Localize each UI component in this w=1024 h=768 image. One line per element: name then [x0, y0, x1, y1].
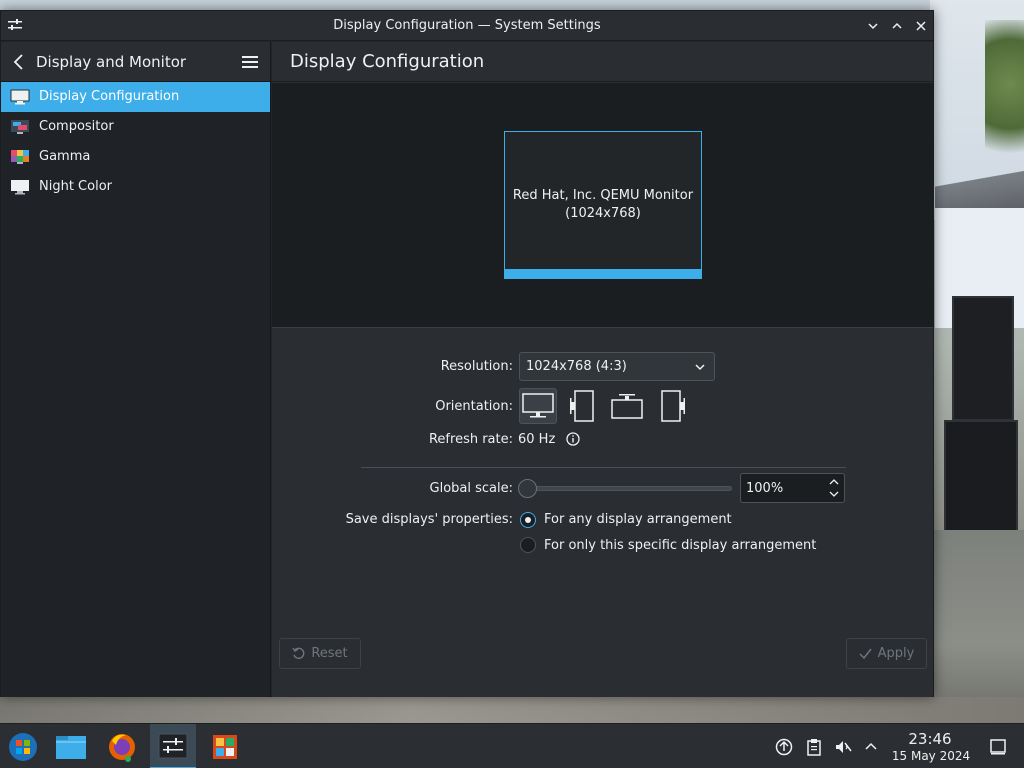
save-specific-arrangement-label[interactable]: For only this specific display arrangeme… [544, 538, 816, 553]
sidebar: Display and Monitor Display Configuratio… [1, 42, 271, 697]
volume-muted-icon[interactable] [834, 738, 852, 756]
landscape-flipped-icon [611, 394, 643, 419]
sidebar-item-display-configuration[interactable]: Display Configuration [1, 82, 270, 112]
save-any-arrangement-label[interactable]: For any display arrangement [544, 512, 732, 527]
firefox-icon [109, 733, 135, 762]
sidebar-item-label: Gamma [39, 149, 91, 164]
monitor-name: Red Hat, Inc. QEMU Monitor [512, 188, 694, 203]
system-settings-taskbar-button[interactable] [150, 724, 196, 768]
orientation-portrait-left-button[interactable] [564, 388, 602, 424]
chevron-up-icon[interactable] [862, 738, 880, 756]
wallpaper-banner-graphic [935, 232, 970, 277]
night-color-icon [11, 180, 29, 195]
firefox-button[interactable] [99, 724, 145, 768]
form-divider [361, 467, 846, 468]
clipboard-icon[interactable] [805, 738, 823, 756]
undo-icon [292, 647, 305, 660]
monitor-icon [10, 89, 30, 105]
main-content: Display Configuration Red Hat, Inc. QEMU… [272, 42, 933, 697]
wallpaper-bottom-strip [0, 697, 1024, 723]
start-menu-icon [9, 732, 37, 761]
resolution-value: 1024x768 (4:3) [526, 359, 627, 374]
reset-label: Reset [311, 646, 348, 661]
start-menu-button[interactable] [0, 724, 46, 768]
sidebar-item-label: Compositor [39, 119, 114, 134]
check-icon [859, 648, 872, 660]
office-button[interactable] [202, 724, 248, 768]
resolution-label: Resolution: [440, 359, 513, 374]
apply-label: Apply [877, 646, 915, 661]
system-settings-window: Display Configuration — System Settings … [0, 10, 934, 697]
refresh-rate-label: Refresh rate: [428, 432, 513, 447]
sidebar-header: Display and Monitor [1, 42, 270, 82]
orientation-landscape-button[interactable] [519, 388, 557, 424]
sidebar-item-label: Display Configuration [39, 89, 180, 104]
global-scale-slider-handle[interactable] [518, 479, 537, 498]
display-preview-area: Red Hat, Inc. QEMU Monitor (1024x768) [272, 83, 933, 328]
chevron-up-icon [892, 22, 902, 29]
sidebar-item-label: Night Color [39, 179, 112, 194]
spin-up-icon[interactable] [828, 477, 840, 487]
sidebar-item-gamma[interactable]: Gamma [1, 142, 270, 172]
monitor-primary-bar [505, 269, 701, 278]
monitor-resolution: (1024x768) [565, 206, 641, 221]
settings-app-icon[interactable] [7, 17, 23, 33]
system-settings-icon [158, 733, 188, 758]
apply-button[interactable]: Apply [846, 638, 927, 669]
minimize-button[interactable] [864, 17, 882, 35]
global-scale-spinbox[interactable]: 100% [740, 473, 845, 503]
taskbar: 23:46 15 May 2024 [0, 723, 1024, 768]
global-scale-value: 100% [746, 481, 784, 496]
resolution-dropdown[interactable]: 1024x768 (4:3) [519, 352, 715, 381]
chevron-down-icon [868, 23, 878, 30]
refresh-rate-value: 60 Hz [518, 432, 556, 447]
clock-time[interactable]: 23:46 [900, 730, 960, 748]
file-manager-icon [56, 735, 86, 759]
compositor-icon [11, 120, 29, 134]
sidebar-item-night-color[interactable]: Night Color [1, 172, 270, 202]
window-title: Display Configuration — System Settings [333, 18, 601, 33]
office-icon [213, 734, 237, 759]
monitor-tile[interactable]: Red Hat, Inc. QEMU Monitor (1024x768) [504, 131, 702, 279]
hamburger-menu-icon[interactable] [241, 54, 259, 70]
reset-button[interactable]: Reset [279, 638, 361, 669]
window-titlebar[interactable]: Display Configuration — System Settings [1, 11, 933, 41]
sidebar-item-compositor[interactable]: Compositor [1, 112, 270, 142]
content-header: Display Configuration [272, 42, 933, 82]
save-any-arrangement-radio[interactable] [520, 512, 536, 528]
orientation-portrait-right-button[interactable] [653, 388, 691, 424]
sidebar-title: Display and Monitor [36, 53, 187, 71]
save-properties-label: Save displays' properties: [345, 512, 513, 527]
wallpaper-ground [930, 530, 1024, 720]
file-manager-button[interactable] [48, 724, 94, 768]
back-arrow-icon[interactable] [11, 53, 27, 71]
spin-down-icon[interactable] [828, 489, 840, 499]
maximize-button[interactable] [888, 17, 906, 35]
global-scale-slider[interactable] [528, 486, 732, 491]
show-desktop-icon[interactable] [989, 738, 1007, 756]
wallpaper-tree [985, 20, 1024, 180]
landscape-icon [522, 393, 554, 418]
orientation-flipped-button[interactable] [608, 388, 646, 424]
wallpaper-speaker-bottom [944, 420, 1018, 532]
global-scale-label: Global scale: [429, 481, 513, 496]
orientation-label: Orientation: [435, 399, 513, 414]
updates-icon[interactable] [775, 738, 793, 756]
info-icon[interactable] [566, 432, 580, 446]
chevron-down-icon [695, 364, 705, 371]
close-icon [916, 21, 926, 31]
portrait-right-icon [661, 390, 685, 422]
clock-date[interactable]: 15 May 2024 [886, 749, 976, 763]
portrait-left-icon [570, 390, 594, 422]
save-specific-arrangement-radio[interactable] [520, 537, 536, 553]
wallpaper-roof [935, 160, 1024, 210]
page-title: Display Configuration [290, 51, 485, 72]
close-button[interactable] [912, 17, 930, 35]
gamma-icon [11, 150, 29, 164]
wallpaper-speaker-top [952, 296, 1014, 421]
